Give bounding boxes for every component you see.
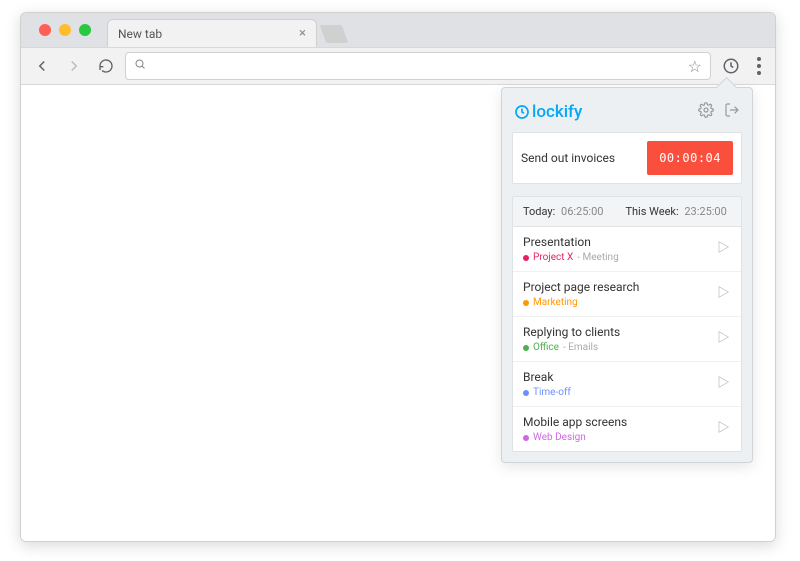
entry-title: Replying to clients <box>523 325 715 339</box>
settings-icon[interactable] <box>698 102 714 122</box>
back-button[interactable] <box>29 53 55 79</box>
timer-stop-button[interactable]: 00:00:04 <box>647 141 733 175</box>
entry-title: Presentation <box>523 235 715 249</box>
clockify-extension-button[interactable] <box>717 52 745 80</box>
entry-project: Web Design <box>533 432 586 443</box>
play-icon[interactable] <box>715 374 731 394</box>
entry-meta: Office - Emails <box>523 342 715 353</box>
time-entry[interactable]: Project page research Marketing <box>513 272 741 317</box>
project-color-dot <box>523 435 529 441</box>
entry-project: Office <box>533 342 559 353</box>
play-icon[interactable] <box>715 419 731 439</box>
clockify-popup: lockify Send out invoices 00:00:04 <box>501 87 753 463</box>
week-value: 23:25:00 <box>684 205 726 218</box>
tab-title: New tab <box>118 27 162 41</box>
time-entry[interactable]: Presentation Project X - Meeting <box>513 227 741 272</box>
browser-tab[interactable]: New tab × <box>107 19 317 47</box>
entry-project: Project X <box>533 252 573 263</box>
week-label: This Week: <box>625 205 678 218</box>
new-tab-button[interactable] <box>320 25 349 43</box>
active-timer: Send out invoices 00:00:04 <box>512 132 742 184</box>
entry-title: Mobile app screens <box>523 415 715 429</box>
today-value: 06:25:00 <box>561 205 603 218</box>
window-controls <box>29 13 101 47</box>
page-content: lockify Send out invoices 00:00:04 <box>21 85 775 541</box>
browser-window: New tab × ☆ <box>20 12 776 542</box>
time-entry[interactable]: Break Time-off <box>513 362 741 407</box>
popup-header: lockify <box>512 98 742 132</box>
entry-task: - Meeting <box>577 252 618 263</box>
stats-bar: Today: 06:25:00 This Week: 23:25:00 <box>512 196 742 227</box>
project-color-dot <box>523 255 529 261</box>
time-entries-list: Presentation Project X - Meeting Project p… <box>512 227 742 452</box>
tab-strip: New tab × <box>21 13 775 47</box>
entry-meta: Marketing <box>523 297 715 308</box>
minimize-window-button[interactable] <box>59 24 71 36</box>
address-bar[interactable]: ☆ <box>125 52 711 80</box>
play-icon[interactable] <box>715 329 731 349</box>
logout-icon[interactable] <box>724 102 740 122</box>
close-tab-icon[interactable]: × <box>299 26 306 41</box>
play-icon[interactable] <box>715 239 731 259</box>
time-entry[interactable]: Mobile app screens Web Design <box>513 407 741 451</box>
forward-button[interactable] <box>61 53 87 79</box>
entry-project: Time-off <box>533 387 571 398</box>
browser-menu-button[interactable] <box>751 57 767 75</box>
entry-project: Marketing <box>533 297 578 308</box>
project-color-dot <box>523 300 529 306</box>
clockify-logo: lockify <box>514 102 582 122</box>
project-color-dot <box>523 345 529 351</box>
entry-meta: Time-off <box>523 387 715 398</box>
entry-meta: Web Design <box>523 432 715 443</box>
close-window-button[interactable] <box>39 24 51 36</box>
browser-toolbar: ☆ <box>21 47 775 85</box>
entry-title: Break <box>523 370 715 384</box>
timer-description[interactable]: Send out invoices <box>521 151 639 165</box>
search-icon <box>134 58 146 74</box>
entry-meta: Project X - Meeting <box>523 252 715 263</box>
play-icon[interactable] <box>715 284 731 304</box>
reload-button[interactable] <box>93 53 119 79</box>
bookmark-star-icon[interactable]: ☆ <box>688 57 702 76</box>
entry-title: Project page research <box>523 280 715 294</box>
project-color-dot <box>523 390 529 396</box>
today-label: Today: <box>523 205 555 218</box>
entry-task: - Emails <box>563 342 598 353</box>
url-input[interactable] <box>152 59 682 74</box>
time-entry[interactable]: Replying to clients Office - Emails <box>513 317 741 362</box>
maximize-window-button[interactable] <box>79 24 91 36</box>
